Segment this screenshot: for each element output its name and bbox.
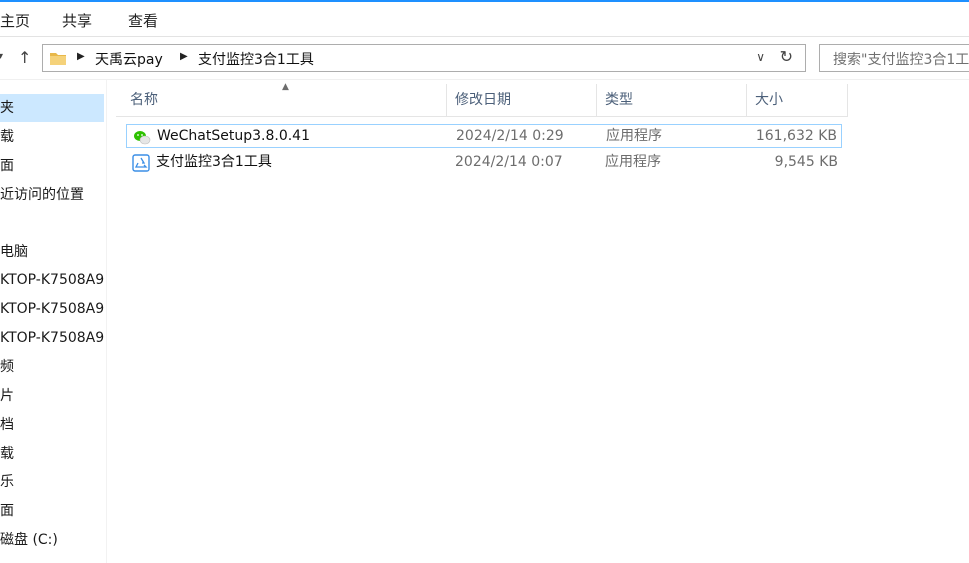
- nav-item-favorites[interactable]: 夹: [0, 94, 104, 122]
- breadcrumb-item[interactable]: 天禹云pay: [95, 49, 163, 69]
- nav-item-local-disk[interactable]: 磁盘 (C:): [0, 526, 104, 554]
- nav-item-pictures[interactable]: 片: [0, 382, 104, 410]
- nav-item-music[interactable]: 乐: [0, 468, 104, 496]
- nav-item-desktop[interactable]: 面: [0, 497, 104, 525]
- nav-item-spacer: [0, 210, 104, 238]
- address-dropdown-icon[interactable]: ∨: [756, 50, 765, 64]
- column-divider[interactable]: [446, 84, 447, 116]
- ribbon-tabs: 主页 共享 查看: [0, 2, 969, 37]
- nav-item-network-location[interactable]: KTOP-K7508A9: [0, 266, 104, 294]
- file-row[interactable]: WeChatSetup3.8.0.41 2024/2/14 0:29 应用程序 …: [126, 124, 842, 148]
- nav-item-videos[interactable]: 频: [0, 353, 104, 381]
- nav-item-downloads[interactable]: 载: [0, 123, 104, 151]
- tab-share[interactable]: 共享: [62, 10, 92, 31]
- file-type: 应用程序: [606, 128, 662, 144]
- column-header-type[interactable]: 类型: [605, 84, 633, 116]
- tab-view[interactable]: 查看: [128, 10, 158, 31]
- recycle-app-icon: [132, 154, 150, 172]
- file-date: 2024/2/14 0:07: [455, 154, 563, 170]
- column-header-size[interactable]: 大小: [755, 84, 783, 116]
- file-date: 2024/2/14 0:29: [456, 128, 564, 144]
- column-divider[interactable]: [847, 84, 848, 116]
- column-headers: ▲ 名称 修改日期 类型 大小: [116, 82, 848, 117]
- column-header-date[interactable]: 修改日期: [455, 84, 511, 116]
- nav-item-network-location[interactable]: KTOP-K7508A9: [0, 295, 104, 323]
- search-placeholder: 搜索"支付监控3合1工具": [833, 52, 969, 68]
- search-input[interactable]: 搜索"支付监控3合1工具": [819, 44, 969, 72]
- navigation-bar: ▾ ↑ ▶ 天禹云pay ▶ 支付监控3合1工具 ∨ ↻ 搜索"支付监控3合1工…: [0, 37, 969, 80]
- recent-locations-chevron-icon[interactable]: ▾: [0, 52, 3, 62]
- file-row[interactable]: 支付监控3合1工具 2024/2/14 0:07 应用程序 9,545 KB: [126, 151, 842, 175]
- address-bar[interactable]: ▶ 天禹云pay ▶ 支付监控3合1工具 ∨ ↻: [42, 44, 806, 72]
- file-type: 应用程序: [605, 154, 661, 170]
- refresh-icon[interactable]: ↻: [780, 47, 793, 66]
- breadcrumb-arrow-icon[interactable]: ▶: [77, 51, 85, 62]
- column-header-name[interactable]: 名称: [130, 84, 158, 116]
- breadcrumb-arrow-icon[interactable]: ▶: [180, 51, 188, 62]
- nav-item-network-location[interactable]: KTOP-K7508A9: [0, 324, 104, 352]
- file-name: WeChatSetup3.8.0.41: [157, 128, 310, 144]
- file-size: 9,545 KB: [774, 154, 838, 170]
- file-size: 161,632 KB: [755, 128, 837, 144]
- wechat-icon: [134, 131, 151, 145]
- navigation-pane: 夹 载 面 近访问的位置 电脑 KTOP-K7508A9 KTOP-K7508A…: [0, 80, 107, 563]
- nav-item-this-pc[interactable]: 电脑: [0, 238, 104, 266]
- nav-item-downloads[interactable]: 载: [0, 440, 104, 468]
- sort-ascending-icon: ▲: [282, 82, 289, 92]
- file-name: 支付监控3合1工具: [156, 154, 272, 170]
- nav-item-documents[interactable]: 档: [0, 411, 104, 439]
- column-divider[interactable]: [596, 84, 597, 116]
- up-arrow-icon[interactable]: ↑: [18, 50, 31, 66]
- folder-icon: [50, 53, 66, 65]
- column-divider[interactable]: [746, 84, 747, 116]
- nav-item-desktop[interactable]: 面: [0, 152, 104, 180]
- breadcrumb-item[interactable]: 支付监控3合1工具: [198, 49, 314, 69]
- tab-home[interactable]: 主页: [0, 10, 30, 31]
- nav-item-recent-places[interactable]: 近访问的位置: [0, 181, 104, 209]
